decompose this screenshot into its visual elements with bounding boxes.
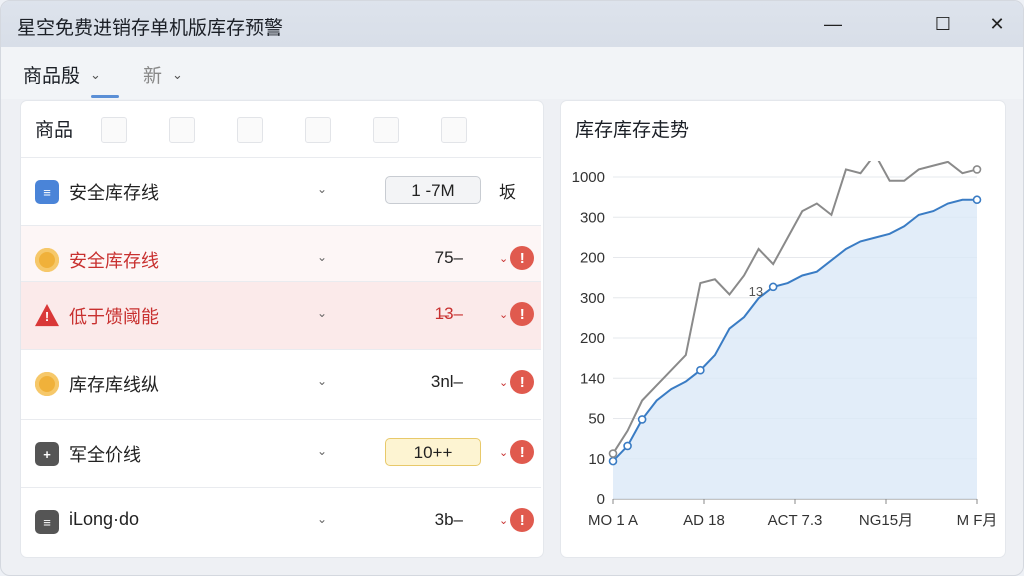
table-row[interactable]: + 军全价线 ⌄ 10++ ⌄!	[21, 419, 541, 487]
row-name: 低于馈阈能	[69, 307, 159, 327]
data-point	[608, 456, 618, 466]
chevron-down-icon: ⌄	[499, 252, 509, 265]
chevron-down-icon[interactable]: ⌄	[317, 250, 327, 264]
maximize-icon[interactable]: ☐	[923, 9, 963, 39]
chevron-down-icon[interactable]: ⌄	[317, 306, 327, 320]
y-tick-label: 300	[580, 290, 605, 307]
row-name: 军全价线	[69, 445, 141, 465]
column-icon[interactable]	[237, 117, 263, 143]
title-bar: 星空免费进销存单机版库存预警 — ☐ ✕	[1, 1, 1023, 47]
toolbar: 商品殷 ⌄ 新 ⌄	[1, 47, 1023, 99]
y-tick-label: 200	[580, 250, 605, 267]
table-row[interactable]: ≡ 安全库存线 ⌄ 1 -7M 坂	[21, 157, 541, 225]
x-tick-label: ACT 7.3	[768, 512, 823, 529]
row-name: 安全库存线	[69, 183, 159, 203]
chevron-down-icon: ⌄	[499, 376, 509, 389]
chevron-down-icon: ⌄	[499, 308, 509, 321]
y-tick-label: 50	[588, 411, 605, 428]
table-row[interactable]: ≡ iLong·do ⌄ 3b– ⌄!	[21, 487, 541, 555]
alert-icon: !	[510, 370, 535, 394]
alert-icon: !	[510, 508, 535, 532]
chevron-down-icon[interactable]: ⌄	[317, 374, 327, 388]
alert-icon: !	[510, 440, 535, 464]
grid-icon: +	[35, 442, 59, 466]
row-action[interactable]: ⌄!	[499, 508, 535, 532]
tab-new-label: 新	[143, 66, 163, 87]
column-icon[interactable]	[373, 117, 399, 143]
chevron-down-icon: ⌄	[499, 446, 509, 459]
y-tick-label: 10	[588, 451, 605, 468]
data-point	[637, 415, 647, 424]
data-point	[768, 282, 778, 292]
chevron-down-icon: ⌄	[172, 66, 183, 82]
stock-value[interactable]: 1 -7M	[385, 176, 481, 204]
app-window: 星空免费进销存单机版库存预警 — ☐ ✕ 商品殷 ⌄ 新 ⌄ 商品 ≡ 安全库存线…	[0, 0, 1024, 576]
tab-products[interactable]: 商品殷 ⌄	[23, 61, 101, 88]
chevron-down-icon[interactable]: ⌄	[317, 182, 327, 196]
chevron-down-icon: ⌄	[499, 514, 509, 527]
area-fill	[613, 199, 977, 499]
column-header-icons	[101, 117, 467, 143]
y-tick-label: 300	[580, 209, 605, 226]
table-row[interactable]: 库存库线纵 ⌄ 3nl– ⌄!	[21, 349, 541, 417]
data-point	[972, 195, 982, 205]
panel-title: 商品	[35, 120, 74, 141]
tab-new[interactable]: 新 ⌄	[143, 61, 183, 88]
alert-icon: !	[510, 302, 535, 326]
alert-icon: !	[510, 246, 535, 270]
row-action[interactable]: ⌄!	[499, 302, 535, 326]
row-name: 安全库存线	[69, 251, 159, 271]
y-tick-label: 200	[580, 330, 605, 347]
data-point	[696, 365, 705, 375]
warning-icon: !	[35, 304, 59, 327]
active-tab-indicator	[91, 95, 119, 98]
x-tick-label: NG15月	[859, 512, 913, 529]
stock-value: 75–	[434, 248, 463, 267]
row-action[interactable]: ⌄!	[499, 440, 535, 464]
data-point	[972, 165, 982, 174]
row-name: 库存库线纵	[69, 375, 159, 395]
chevron-down-icon[interactable]: ⌄	[317, 512, 327, 526]
stock-value[interactable]: 10++	[385, 438, 481, 466]
chart-title: 库存库存走势	[575, 120, 690, 141]
column-icon[interactable]	[101, 117, 127, 143]
minimize-icon[interactable]: —	[813, 9, 853, 39]
stock-value: 1̶3–	[434, 304, 463, 323]
stock-value: 3b–	[434, 510, 463, 529]
column-icon[interactable]	[169, 117, 195, 143]
x-tick-label: MO 1 A	[588, 512, 638, 529]
row-action[interactable]: ⌄!	[499, 370, 535, 394]
chevron-down-icon[interactable]: ⌄	[317, 444, 327, 458]
tab-products-label: 商品殷	[23, 66, 81, 87]
column-icon[interactable]	[441, 117, 467, 143]
data-point	[623, 441, 632, 451]
x-tick-label: M F月	[957, 512, 998, 529]
x-tick-label: AD 18	[683, 512, 725, 529]
column-icon[interactable]	[305, 117, 331, 143]
trend-panel: 库存库存走势 0 10 50 140 200 300 200 300 1000 MO 1 A AD …	[561, 101, 1005, 557]
row-action[interactable]: ⌄!	[499, 246, 535, 270]
data-point	[608, 449, 618, 458]
table-row[interactable]: ! 低于馈阈能 ⌄ 1̶3– ⌄!	[21, 281, 541, 349]
y-tick-label: 0	[597, 491, 605, 508]
stock-trend-chart: 0 10 50 140 200 300 200 300 1000 MO 1 A AD 18 ACT 7…	[572, 161, 998, 529]
row-action[interactable]: 坂	[499, 178, 516, 203]
product-panel: 商品 ≡ 安全库存线 ⌄ 1 -7M 坂安全库存线 ⌄ 75– ⌄!! 低于馈阈能 ⌄ 1̶3– ⌄!…	[21, 101, 543, 557]
window-title: 星空免费进销存单机版库存预警	[17, 18, 284, 39]
gold-icon	[35, 248, 59, 272]
row-name: iLong·do	[69, 509, 140, 529]
chevron-down-icon: ⌄	[90, 66, 101, 82]
data-label: 13	[749, 284, 763, 299]
list-icon: ≡	[35, 510, 59, 534]
y-tick-label: 1000	[572, 169, 605, 186]
y-tick-label: 140	[580, 370, 605, 387]
stock-value: 3nl–	[430, 372, 463, 391]
gold-icon	[35, 372, 59, 396]
doc-icon: ≡	[35, 180, 59, 204]
close-icon[interactable]: ✕	[977, 9, 1017, 39]
